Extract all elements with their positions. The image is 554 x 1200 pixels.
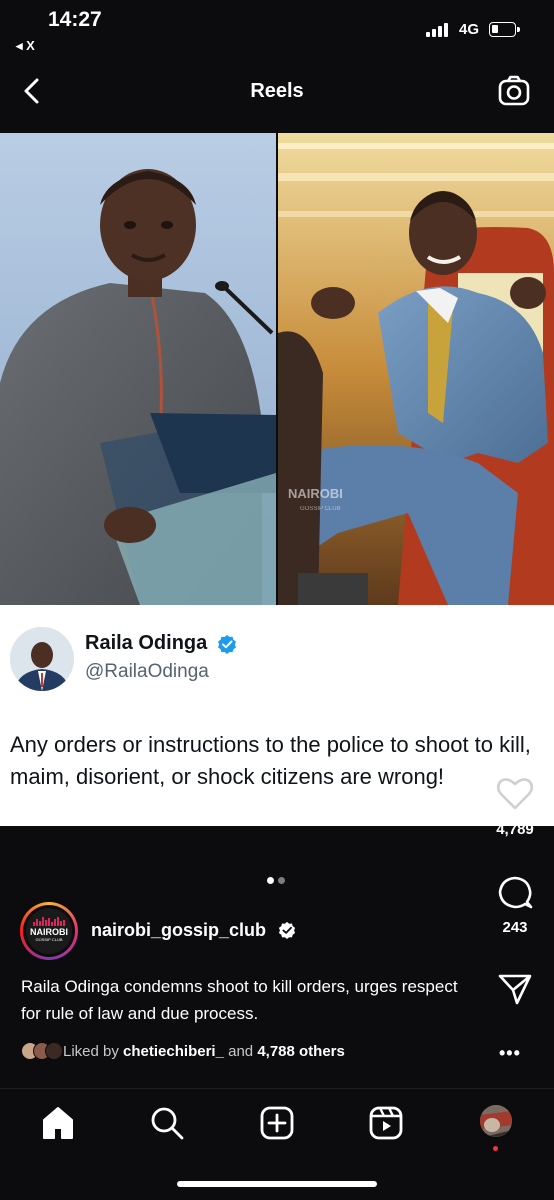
liked-by-others[interactable]: 4,788 others — [257, 1043, 345, 1060]
carousel-indicator — [267, 877, 285, 884]
post-caption[interactable]: Raila Odinga condemns shoot to kill orde… — [21, 973, 476, 1027]
comment-count: 243 — [502, 919, 528, 936]
carousel-dot-active — [267, 877, 274, 884]
home-icon[interactable] — [40, 1105, 76, 1141]
avatar-logo-text: NAIROBI — [30, 927, 68, 937]
verified-badge-icon — [278, 921, 296, 939]
share-action — [480, 972, 550, 1006]
page-title: Reels — [250, 80, 304, 102]
photo-armchair-seated: NAIROBI GOSSIP CLUB — [278, 133, 554, 605]
signal-icon — [426, 23, 448, 37]
verified-badge-icon — [218, 635, 236, 654]
home-indicator — [177, 1181, 377, 1187]
create-icon[interactable] — [259, 1105, 295, 1141]
camera-icon[interactable] — [497, 74, 531, 108]
send-icon[interactable] — [497, 972, 533, 1006]
reels-icon[interactable] — [368, 1105, 404, 1141]
liked-by-user[interactable]: chetiechiberi_ — [123, 1043, 224, 1060]
profile-avatar[interactable] — [480, 1105, 512, 1137]
account-name[interactable]: nairobi_gossip_club — [91, 920, 266, 941]
heart-icon[interactable] — [496, 775, 534, 811]
status-bar: 14:27 ◂ X 4G — [0, 0, 554, 60]
carousel-dot — [278, 877, 285, 884]
like-count: 4,789 — [496, 821, 534, 838]
liked-by-and: and — [228, 1042, 254, 1060]
tweet-handle: @RailaOdinga — [85, 661, 209, 682]
tweet-avatar — [10, 627, 74, 691]
watermark-text: NAIROBI — [288, 486, 343, 501]
back-to-app-link[interactable]: ◂ X — [16, 38, 35, 54]
tweet-text: Any orders or instructions to the police… — [10, 732, 531, 789]
liked-by[interactable]: Liked by chetiechiberi_ and 4,788 others — [21, 1041, 345, 1061]
battery-icon — [489, 22, 520, 37]
status-time: 14:27 — [48, 8, 102, 31]
search-icon[interactable] — [149, 1105, 185, 1141]
more-icon[interactable]: ••• — [499, 1043, 521, 1064]
watermark-subtext: GOSSIP CLUB — [300, 506, 341, 512]
tweet-author-name: Raila Odinga — [85, 632, 208, 654]
like-action: 4,789 — [480, 775, 550, 838]
comment-action: 243 — [480, 875, 550, 936]
liked-by-prefix: Liked by — [63, 1042, 119, 1060]
comment-icon[interactable] — [497, 875, 533, 911]
photo-podium-speech — [0, 133, 276, 605]
tweet-card: Raila Odinga @RailaOdinga Any orders or … — [0, 605, 554, 826]
header: Reels — [0, 60, 554, 122]
network-type: 4G — [459, 21, 480, 38]
avatar-logo-subtext: GOSSIP CLUB — [35, 937, 63, 942]
account-avatar[interactable]: NAIROBI GOSSIP CLUB — [20, 902, 78, 960]
reel-media[interactable]: NAIROBI GOSSIP CLUB Raila Odinga @RailaO… — [0, 133, 554, 826]
notification-dot — [493, 1146, 498, 1151]
liker-avatars — [21, 1042, 63, 1060]
